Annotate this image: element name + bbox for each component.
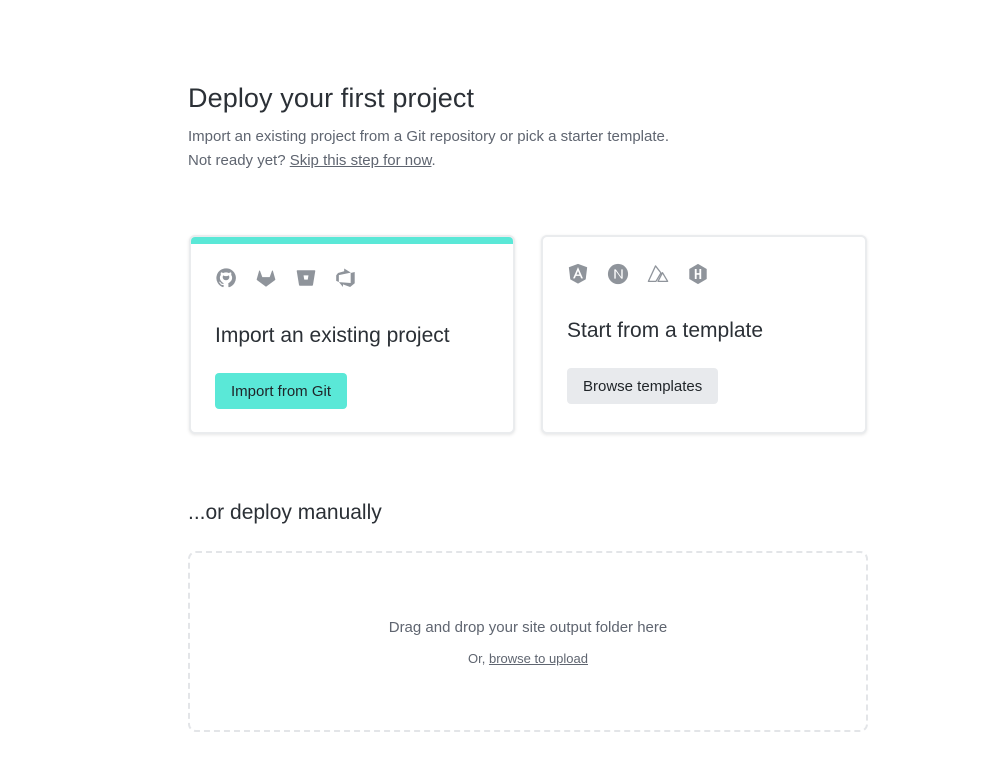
template-card[interactable]: Start from a template Browse templates [541,235,867,434]
deploy-manually-title: ...or deploy manually [188,501,382,524]
page-title: Deploy your first project [188,83,475,113]
skip-step-link[interactable]: Skip this step for now [290,152,432,169]
drop-zone[interactable]: Drag and drop your site output folder he… [188,551,868,732]
bitbucket-icon [296,270,316,286]
intro-subtitle: Import an existing project from a Git re… [188,128,670,145]
not-ready-suffix: . [431,152,436,169]
card-accent-bar [191,237,513,244]
not-ready-prefix: Not ready yet? [188,152,290,169]
hugo-icon [689,263,707,285]
nuxt-icon [647,265,669,282]
browse-to-upload-link[interactable]: browse to upload [489,651,588,666]
or-prefix: Or, [468,651,489,666]
github-icon [216,268,236,288]
angular-icon [568,263,588,284]
import-project-card[interactable]: Import an existing project Import from G… [189,235,515,434]
azure-devops-icon [336,268,355,287]
template-card-title: Start from a template [567,319,764,342]
deploy-page: Deploy your first project Import an exis… [0,0,986,778]
nextjs-icon [607,263,629,285]
drop-zone-text: Drag and drop your site output folder he… [388,619,668,636]
intro-not-ready: Not ready yet? Skip this step for now. [188,149,669,173]
import-card-title: Import an existing project [215,324,450,347]
import-from-git-button[interactable]: Import from Git [215,373,348,409]
gitlab-icon [256,270,276,287]
intro-text: Import an existing project from a Git re… [188,125,669,173]
git-provider-icons [215,267,357,289]
browse-templates-button[interactable]: Browse templates [567,368,719,404]
framework-icons [567,263,709,285]
drop-zone-subtext: Or, browse to upload [190,651,866,666]
